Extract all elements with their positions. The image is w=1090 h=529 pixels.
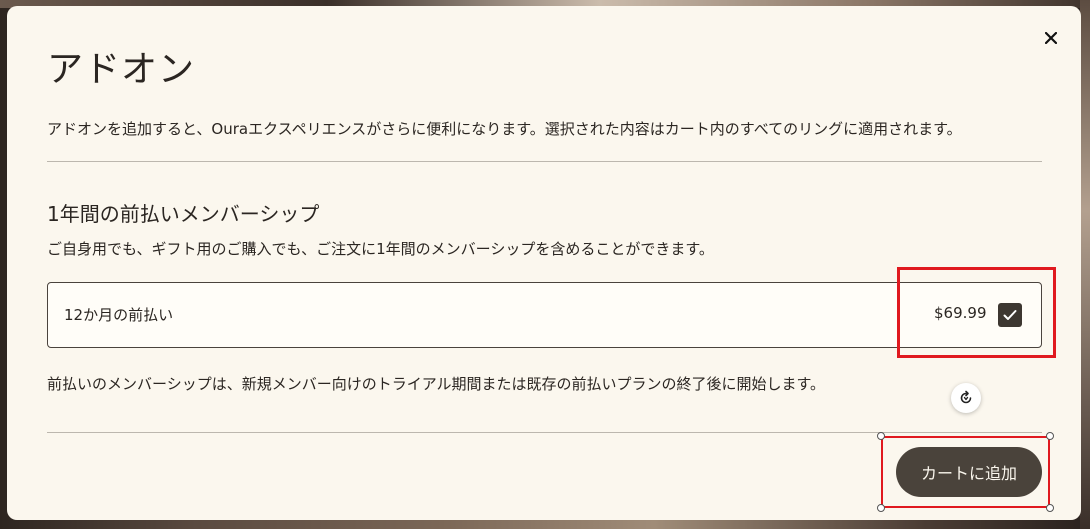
close-icon	[1045, 32, 1057, 44]
refresh-button[interactable]	[951, 383, 981, 413]
option-checkbox[interactable]	[998, 303, 1022, 327]
dialog-title: アドオン	[47, 49, 196, 90]
option-label: 12か月の前払い	[64, 306, 174, 324]
addon-dialog: アドオン アドオンを追加すると、Ouraエクスペリエンスがさらに便利になります。…	[7, 6, 1081, 520]
dialog-description: アドオンを追加すると、Ouraエクスペリエンスがさらに便利になります。選択された…	[47, 120, 962, 138]
selection-handle-top-left[interactable]	[877, 432, 885, 440]
checkmark-icon	[1003, 310, 1017, 320]
refresh-icon	[960, 390, 972, 404]
divider-bottom	[47, 432, 1042, 433]
prepaid-12-month-option[interactable]: 12か月の前払い $69.99	[47, 282, 1042, 348]
selection-handle-bottom-left[interactable]	[877, 504, 885, 512]
membership-section-description: ご自身用でも、ギフト用のご購入でも、ご注文に1年間のメンバーシップを含めることが…	[47, 240, 714, 258]
selection-handle-bottom-right[interactable]	[1046, 504, 1054, 512]
membership-note: 前払いのメンバーシップは、新規メンバー向けのトライアル期間または既存の前払いプラ…	[47, 375, 826, 393]
add-to-cart-button[interactable]: カートに追加	[896, 447, 1042, 497]
option-price: $69.99	[934, 304, 987, 322]
background-edge-right	[1080, 0, 1090, 529]
divider-top	[47, 161, 1042, 162]
selection-handle-top-right[interactable]	[1046, 432, 1054, 440]
close-button[interactable]	[1039, 26, 1063, 50]
membership-section-title: 1年間の前払いメンバーシップ	[47, 202, 320, 226]
